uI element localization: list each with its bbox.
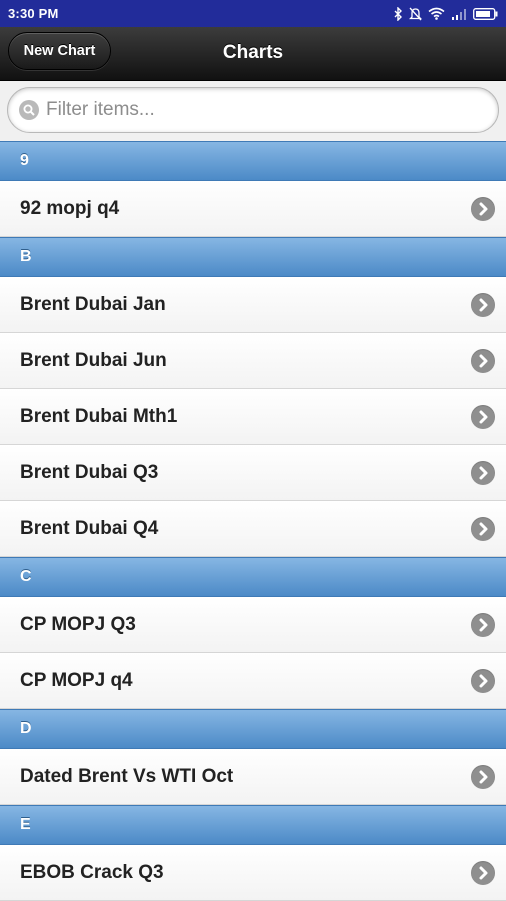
chevron-right-icon (471, 348, 495, 373)
list-item[interactable]: Brent Dubai Q3 (0, 445, 506, 501)
chevron-right-icon (471, 196, 495, 221)
list-item-label: 92 mopj q4 (20, 197, 120, 219)
list-item[interactable]: Brent Dubai Jun (0, 333, 506, 389)
mute-icon (409, 7, 422, 21)
list-item[interactable]: Brent Dubai Mth1 (0, 389, 506, 445)
chevron-right-icon (471, 612, 495, 637)
filter-bar (0, 81, 506, 141)
list-divider-9: 9 (0, 141, 506, 181)
chevron-right-icon (471, 860, 495, 885)
list-item[interactable]: 92 mopj q4 (0, 181, 506, 237)
list-item-label: Brent Dubai Jun (20, 349, 167, 371)
battery-icon (473, 7, 498, 20)
list-item[interactable]: CP MOPJ Q3 (0, 597, 506, 653)
chevron-right-icon (471, 460, 495, 485)
list-item-label: CP MOPJ Q3 (20, 613, 136, 635)
chevron-right-icon (471, 292, 495, 317)
list-item[interactable]: Dated Brent Vs WTI Oct (0, 749, 506, 805)
filter-input[interactable] (46, 88, 486, 132)
list-item[interactable]: Brent Dubai Q4 (0, 501, 506, 557)
search-icon (19, 100, 39, 120)
status-bar: 3:30 PM (0, 0, 506, 27)
list-item[interactable]: CP MOPJ q4 (0, 653, 506, 709)
cellular-signal-icon (451, 8, 467, 20)
bluetooth-icon (393, 6, 403, 21)
list-divider-e: E (0, 805, 506, 845)
status-time: 3:30 PM (8, 6, 59, 21)
list-item[interactable]: Brent Dubai Jan (0, 277, 506, 333)
chevron-right-icon (471, 764, 495, 789)
chevron-right-icon (471, 516, 495, 541)
list-item-label: Brent Dubai Q4 (20, 517, 159, 539)
list-item-label: Brent Dubai Q3 (20, 461, 159, 483)
app-header: New Chart Charts (0, 27, 506, 81)
wifi-icon (428, 7, 445, 20)
list-item-label: Dated Brent Vs WTI Oct (20, 765, 234, 787)
status-icons (393, 6, 498, 21)
list-item-label: Brent Dubai Mth1 (20, 405, 178, 427)
list-item-label: Brent Dubai Jan (20, 293, 166, 315)
list-divider-c: C (0, 557, 506, 597)
chart-list: 9 92 mopj q4 B Brent Dubai Jan Brent Dub… (0, 141, 506, 901)
list-item[interactable]: EBOB Crack Q3 (0, 845, 506, 901)
list-divider-b: B (0, 237, 506, 277)
list-divider-d: D (0, 709, 506, 749)
chevron-right-icon (471, 668, 495, 693)
list-item-label: EBOB Crack Q3 (20, 861, 164, 883)
filter-box (7, 87, 499, 133)
new-chart-button[interactable]: New Chart (8, 32, 111, 70)
chevron-right-icon (471, 404, 495, 429)
list-item-label: CP MOPJ q4 (20, 669, 133, 691)
